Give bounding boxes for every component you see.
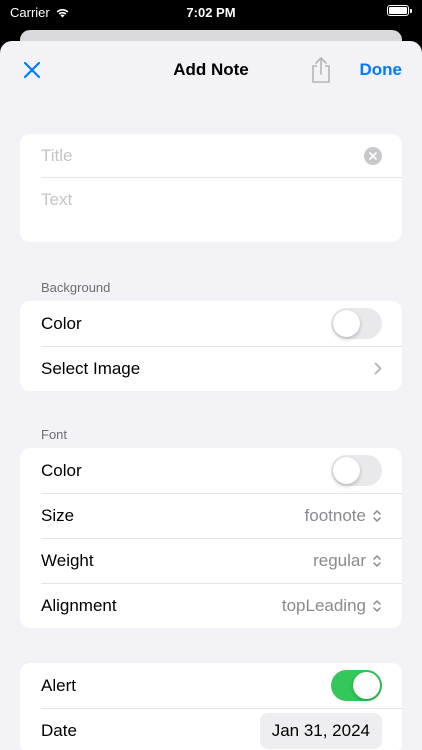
font-size-picker[interactable]: footnote [305, 506, 382, 526]
background-color-row: Color [20, 301, 402, 346]
date-label: Date [41, 720, 77, 740]
font-weight-picker[interactable]: regular [313, 551, 382, 571]
nav-bar: Add Note Done [0, 41, 422, 99]
font-weight-value: regular [313, 550, 366, 570]
alert-row: Alert [20, 663, 402, 708]
clear-button[interactable] [364, 147, 382, 165]
title-row [20, 134, 402, 178]
alert-label: Alert [41, 675, 76, 695]
chevron-right-icon [374, 362, 382, 375]
select-image-label: Select Image [41, 358, 141, 378]
share-button[interactable] [309, 56, 333, 84]
background-color-toggle[interactable] [331, 308, 382, 339]
font-color-toggle[interactable] [331, 455, 382, 486]
font-size-label: Size [41, 505, 75, 525]
font-alignment-row[interactable]: Alignment topLeading [20, 583, 402, 628]
clear-icon [369, 152, 377, 160]
select-image-row[interactable]: Select Image [20, 346, 402, 391]
done-button[interactable]: Done [360, 60, 403, 80]
background-color-label: Color [41, 313, 82, 333]
status-bar: Carrier 7:02 PM [0, 0, 422, 26]
font-header: Font [41, 427, 68, 442]
font-group: Color Size footnote Weight regular Align… [20, 448, 402, 628]
chevron-up-down-icon [373, 509, 381, 522]
chevron-up-down-icon [373, 599, 381, 612]
date-picker[interactable]: Jan 31, 2024 [259, 712, 382, 749]
font-alignment-label: Alignment [41, 595, 117, 615]
font-weight-row[interactable]: Weight regular [20, 538, 402, 583]
font-color-label: Color [41, 460, 82, 480]
font-size-value: footnote [304, 505, 366, 525]
status-time: 7:02 PM [186, 5, 236, 20]
chevron-up-down-icon [373, 554, 381, 567]
font-weight-label: Weight [41, 550, 94, 570]
text-input[interactable] [20, 178, 402, 242]
background-header: Background [41, 280, 111, 295]
title-input[interactable] [41, 146, 364, 166]
note-input-group [20, 134, 402, 242]
share-icon [312, 57, 330, 83]
battery-icon [387, 5, 412, 16]
add-note-sheet: Add Note Done Background [0, 41, 422, 750]
font-alignment-picker[interactable]: topLeading [282, 596, 382, 616]
font-size-row[interactable]: Size footnote [20, 493, 402, 538]
screen: Carrier 7:02 PM Add Note Done Title Text… [0, 0, 422, 750]
date-row: Date Jan 31, 2024 [20, 708, 402, 750]
font-color-row: Color [20, 448, 402, 493]
background-group: Color Select Image [20, 301, 402, 391]
font-alignment-value: topLeading [281, 595, 366, 615]
alert-toggle[interactable] [331, 670, 382, 701]
alert-group: Alert Date Jan 31, 2024 [20, 663, 402, 750]
